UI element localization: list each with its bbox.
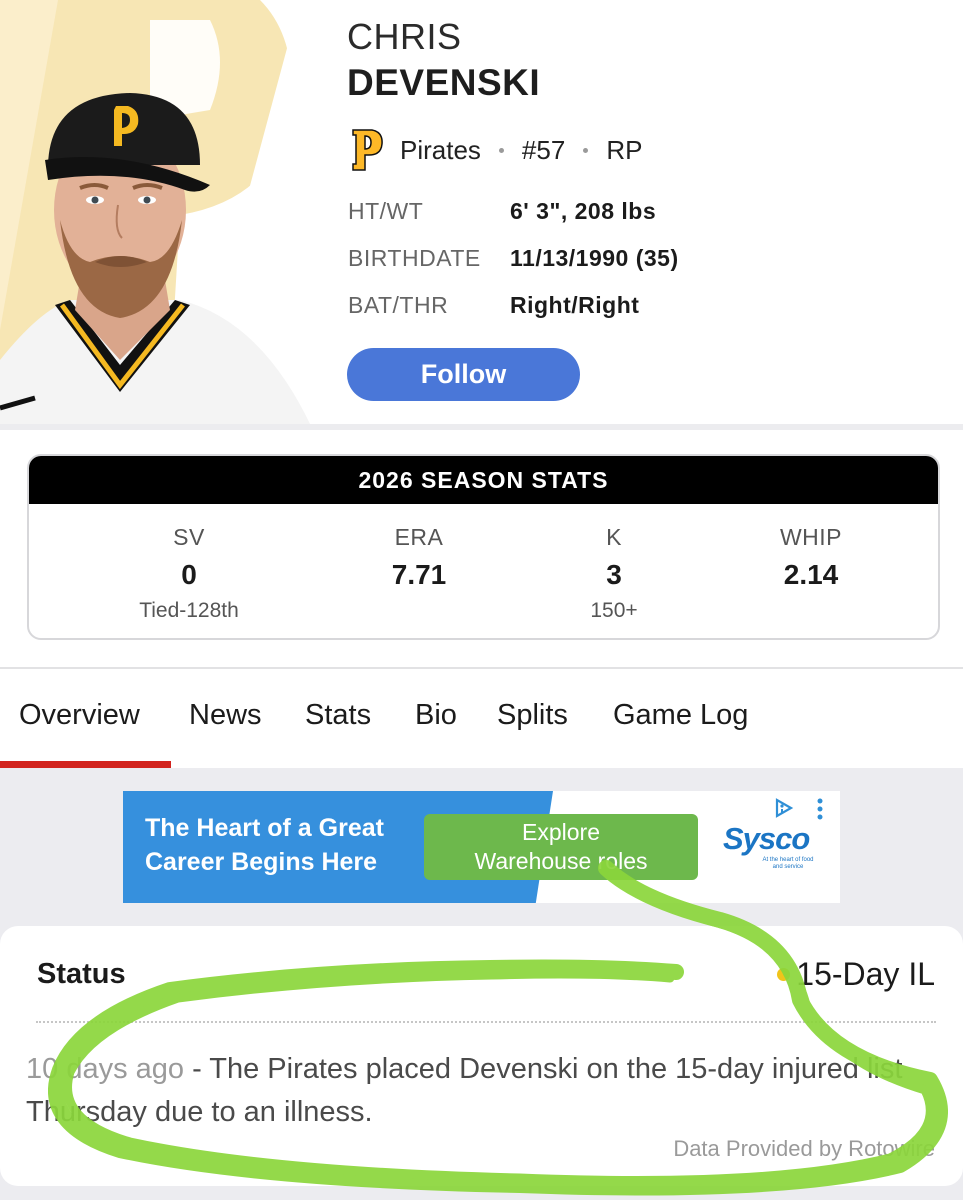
stat-era: ERA 7.71 <box>319 524 519 599</box>
stat-value: 7.71 <box>391 559 447 590</box>
ad-brand-tagline: At the heart of food and service <box>762 857 814 870</box>
stat-rank: 150+ <box>590 599 638 622</box>
pirates-logo-icon[interactable] <box>350 128 384 172</box>
stat-rank: Tied-128th <box>139 599 239 622</box>
info-label: HT/WT <box>348 198 424 224</box>
info-value: Right/Right <box>510 292 640 318</box>
info-row-height-weight: HT/WT 6' 3", 208 lbs <box>348 198 656 225</box>
status-divider <box>36 1021 936 1023</box>
stat-strikeouts: K 3 150+ <box>514 524 714 623</box>
status-badge: 15-Day IL <box>777 956 935 993</box>
jersey-number: #57 <box>521 134 566 165</box>
stat-saves: SV 0 Tied-128th <box>89 524 289 623</box>
ad-choices-icon[interactable] <box>773 797 795 819</box>
ad-menu-icon[interactable] <box>816 797 824 821</box>
info-value: 11/13/1990 (35) <box>510 245 679 271</box>
status-title: Status <box>37 958 126 990</box>
ad-headline-line: Career Begins Here <box>145 848 378 876</box>
ad-headline: The Heart of a Great Career Begins Here <box>145 811 425 879</box>
stat-label: ERA <box>394 524 444 550</box>
follow-button[interactable]: Follow <box>347 348 580 401</box>
team-name[interactable]: Pirates <box>400 135 481 166</box>
tab-splits[interactable]: Splits <box>497 699 568 732</box>
stat-label: WHIP <box>779 524 843 550</box>
stat-value: 0 <box>181 559 197 590</box>
separator-dot <box>498 147 504 153</box>
season-stats-card: 2026 SEASON STATS SV 0 Tied-128th ERA 7.… <box>27 454 940 640</box>
tab-bar: Overview News Stats Bio Splits Game Log <box>0 669 963 769</box>
player-first-name: CHRIS <box>347 16 462 57</box>
data-credit: Data Provided by Rotowire <box>673 1136 935 1161</box>
stat-label: SV <box>173 524 205 550</box>
team-info: Pirates #57 RP <box>350 128 642 172</box>
status-news[interactable]: 10 days ago - The Pirates placed Devensk… <box>26 1048 906 1134</box>
stat-label: K <box>606 524 622 550</box>
ad-banner[interactable]: The Heart of a Great Career Begins Here … <box>123 791 840 903</box>
info-row-bat-throw: BAT/THR Right/Right <box>348 292 639 319</box>
status-card: Status 15-Day IL 10 days ago - The Pirat… <box>0 926 963 1186</box>
section-divider <box>0 424 963 430</box>
tab-news[interactable]: News <box>189 699 262 732</box>
active-tab-indicator <box>0 761 171 768</box>
info-row-birthdate: BIRTHDATE 11/13/1990 (35) <box>348 245 679 272</box>
tab-bio[interactable]: Bio <box>415 699 457 732</box>
info-value: 6' 3", 208 lbs <box>510 198 657 224</box>
ad-cta-line: Explore <box>522 819 600 845</box>
tab-game-log[interactable]: Game Log <box>613 699 748 732</box>
separator-dot <box>583 147 589 153</box>
player-last-name: DEVENSKI <box>347 62 541 103</box>
ad-cta-line: Warehouse roles <box>474 848 648 874</box>
stat-value: 3 <box>606 559 622 590</box>
ad-cta-button[interactable]: Explore Warehouse roles <box>424 814 698 880</box>
info-label: BAT/THR <box>348 292 449 318</box>
player-header: CHRIS DEVENSKI Pirates #57 RP HT/WT 6' 3… <box>0 0 963 424</box>
player-headshot <box>0 0 330 424</box>
player-position: RP <box>606 134 643 165</box>
tab-stats[interactable]: Stats <box>305 699 371 732</box>
stat-whip: WHIP 2.14 <box>711 524 911 599</box>
stat-value: 2.14 <box>783 559 839 590</box>
news-timestamp: 10 days ago <box>26 1053 185 1085</box>
tab-overview[interactable]: Overview <box>19 699 140 732</box>
ad-brand-logo: Sysco <box>723 821 810 856</box>
status-value: 15-Day IL <box>796 956 935 992</box>
status-dot-icon <box>777 968 791 981</box>
info-label: BIRTHDATE <box>348 245 481 271</box>
ad-headline-line: The Heart of a Great <box>145 814 384 842</box>
season-stats-title: 2026 SEASON STATS <box>29 456 938 504</box>
